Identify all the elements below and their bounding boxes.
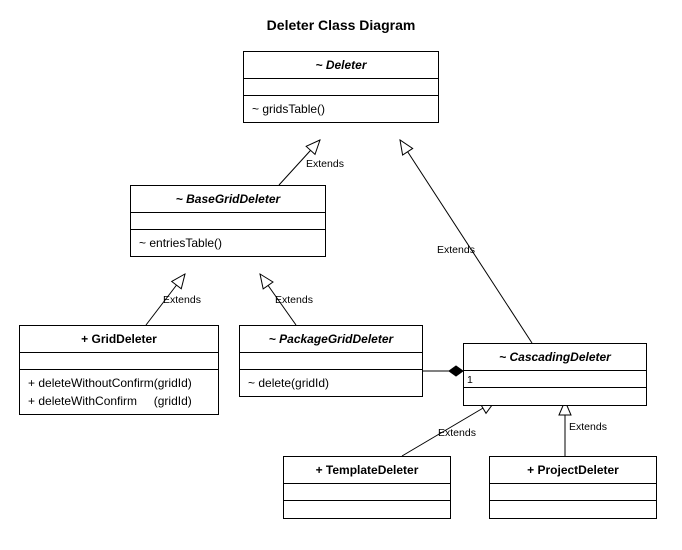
- class-ops: + deleteWithoutConfirm(gridId) + deleteW…: [20, 370, 218, 414]
- class-ops: [490, 501, 656, 518]
- class-name: ~ Deleter: [244, 52, 438, 79]
- op: ~ delete(gridId): [248, 374, 414, 392]
- class-project-deleter: + ProjectDeleter: [489, 456, 657, 519]
- edge-label-extends: Extends: [438, 427, 476, 439]
- class-package-grid-deleter: ~ PackageGridDeleter ~ delete(gridId): [239, 325, 423, 397]
- op: ~ entriesTable(): [139, 234, 317, 252]
- op-sig: + deleteWithoutConfirm: [28, 374, 154, 392]
- class-ops: ~ delete(gridId): [240, 370, 422, 396]
- class-grid-deleter: + GridDeleter + deleteWithoutConfirm(gri…: [19, 325, 219, 415]
- class-ops: ~ gridsTable(): [244, 96, 438, 122]
- class-name: ~ PackageGridDeleter: [240, 326, 422, 353]
- class-ops: ~ entriesTable(): [131, 230, 325, 256]
- op-sig: + deleteWithConfirm: [28, 392, 154, 410]
- class-name: ~ CascadingDeleter: [464, 344, 646, 371]
- class-ops: [284, 501, 450, 518]
- class-name: + ProjectDeleter: [490, 457, 656, 484]
- class-template-deleter: + TemplateDeleter: [283, 456, 451, 519]
- class-attrs: [20, 353, 218, 370]
- class-attrs: [284, 484, 450, 501]
- op: ~ gridsTable(): [252, 100, 430, 118]
- op-args: (gridId): [154, 374, 192, 392]
- edge-label-extends: Extends: [275, 294, 313, 306]
- diagram-title: Deleter Class Diagram: [0, 17, 682, 33]
- class-name: + TemplateDeleter: [284, 457, 450, 484]
- class-attrs: [240, 353, 422, 370]
- class-attrs: [131, 213, 325, 230]
- op-args: (gridId): [154, 392, 192, 410]
- class-ops: [464, 388, 646, 405]
- class-attrs: [244, 79, 438, 96]
- class-name: + GridDeleter: [20, 326, 218, 353]
- class-attrs: [464, 371, 646, 388]
- class-cascading-deleter: ~ CascadingDeleter: [463, 343, 647, 406]
- edge-label-extends: Extends: [437, 244, 475, 256]
- class-base-grid-deleter: ~ BaseGridDeleter ~ entriesTable(): [130, 185, 326, 257]
- edge-label-extends: Extends: [163, 294, 201, 306]
- edge-label-extends: Extends: [569, 421, 607, 433]
- edge-label-extends: Extends: [306, 158, 344, 170]
- class-name: ~ BaseGridDeleter: [131, 186, 325, 213]
- diagram-title-text: Deleter Class Diagram: [267, 17, 416, 33]
- multiplicity-label: 1: [467, 374, 473, 386]
- class-attrs: [490, 484, 656, 501]
- class-deleter: ~ Deleter ~ gridsTable(): [243, 51, 439, 123]
